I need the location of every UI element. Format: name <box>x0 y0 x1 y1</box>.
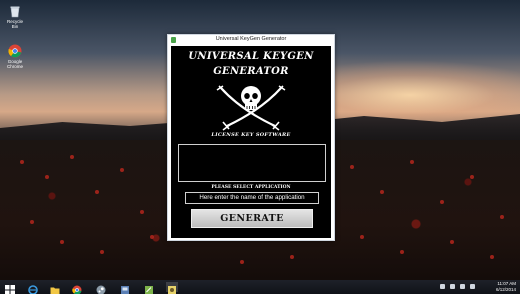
tray-network-icon[interactable] <box>450 284 455 289</box>
subheading: LICENSE KEY SOFTWARE <box>211 132 291 138</box>
desktop: Recycle Bin Google Chrome Universal KeyG… <box>0 0 520 294</box>
window-title: Universal KeyGen Generator <box>215 36 287 42</box>
notepad-icon[interactable] <box>144 282 154 294</box>
file-explorer-icon[interactable] <box>50 282 60 294</box>
windows-start-icon[interactable] <box>5 282 15 294</box>
select-application-label: PLEASE SELECT APPLICATION <box>211 185 291 190</box>
window-content: UNIVERSAL KEYGEN GENERATOR LICENSE KEY S… <box>171 46 331 238</box>
keygen-taskbar-icon[interactable] <box>166 282 178 294</box>
desktop-icon-chrome[interactable]: Google Chrome <box>4 44 26 69</box>
generate-button[interactable]: GENERATE <box>191 209 313 228</box>
chrome-taskbar-icon[interactable] <box>72 282 82 294</box>
license-key-output[interactable] <box>178 144 326 182</box>
keygen-window: Universal KeyGen Generator UNIVERSAL KEY… <box>167 34 335 241</box>
taskbar-clock[interactable]: 11:07 AM 6/12/2014 <box>496 281 516 293</box>
taskbar: 11:07 AM 6/12/2014 <box>0 280 520 294</box>
chrome-label: Google Chrome <box>6 59 23 69</box>
tray-volume-icon[interactable] <box>460 284 465 289</box>
chrome-icon <box>8 44 22 58</box>
network-app-icon[interactable] <box>120 282 130 294</box>
recycle-bin-icon <box>8 4 22 18</box>
window-titlebar[interactable]: Universal KeyGen Generator <box>168 35 334 45</box>
tray-flag-icon[interactable] <box>440 284 445 289</box>
desktop-icon-recycle-bin[interactable]: Recycle Bin <box>4 4 26 29</box>
skull-crossed-swords-icon <box>211 80 291 132</box>
clock-date: 6/12/2014 <box>495 287 516 292</box>
recycle-bin-label: Recycle Bin <box>6 19 23 29</box>
internet-explorer-icon[interactable] <box>28 282 38 294</box>
application-name-input[interactable]: Here enter the name of the application <box>185 192 319 204</box>
heading-line2: GENERATOR <box>213 66 289 77</box>
heading-line1: UNIVERSAL KEYGEN <box>188 51 314 62</box>
tray-power-icon[interactable] <box>470 284 475 289</box>
steam-icon[interactable] <box>96 282 106 294</box>
